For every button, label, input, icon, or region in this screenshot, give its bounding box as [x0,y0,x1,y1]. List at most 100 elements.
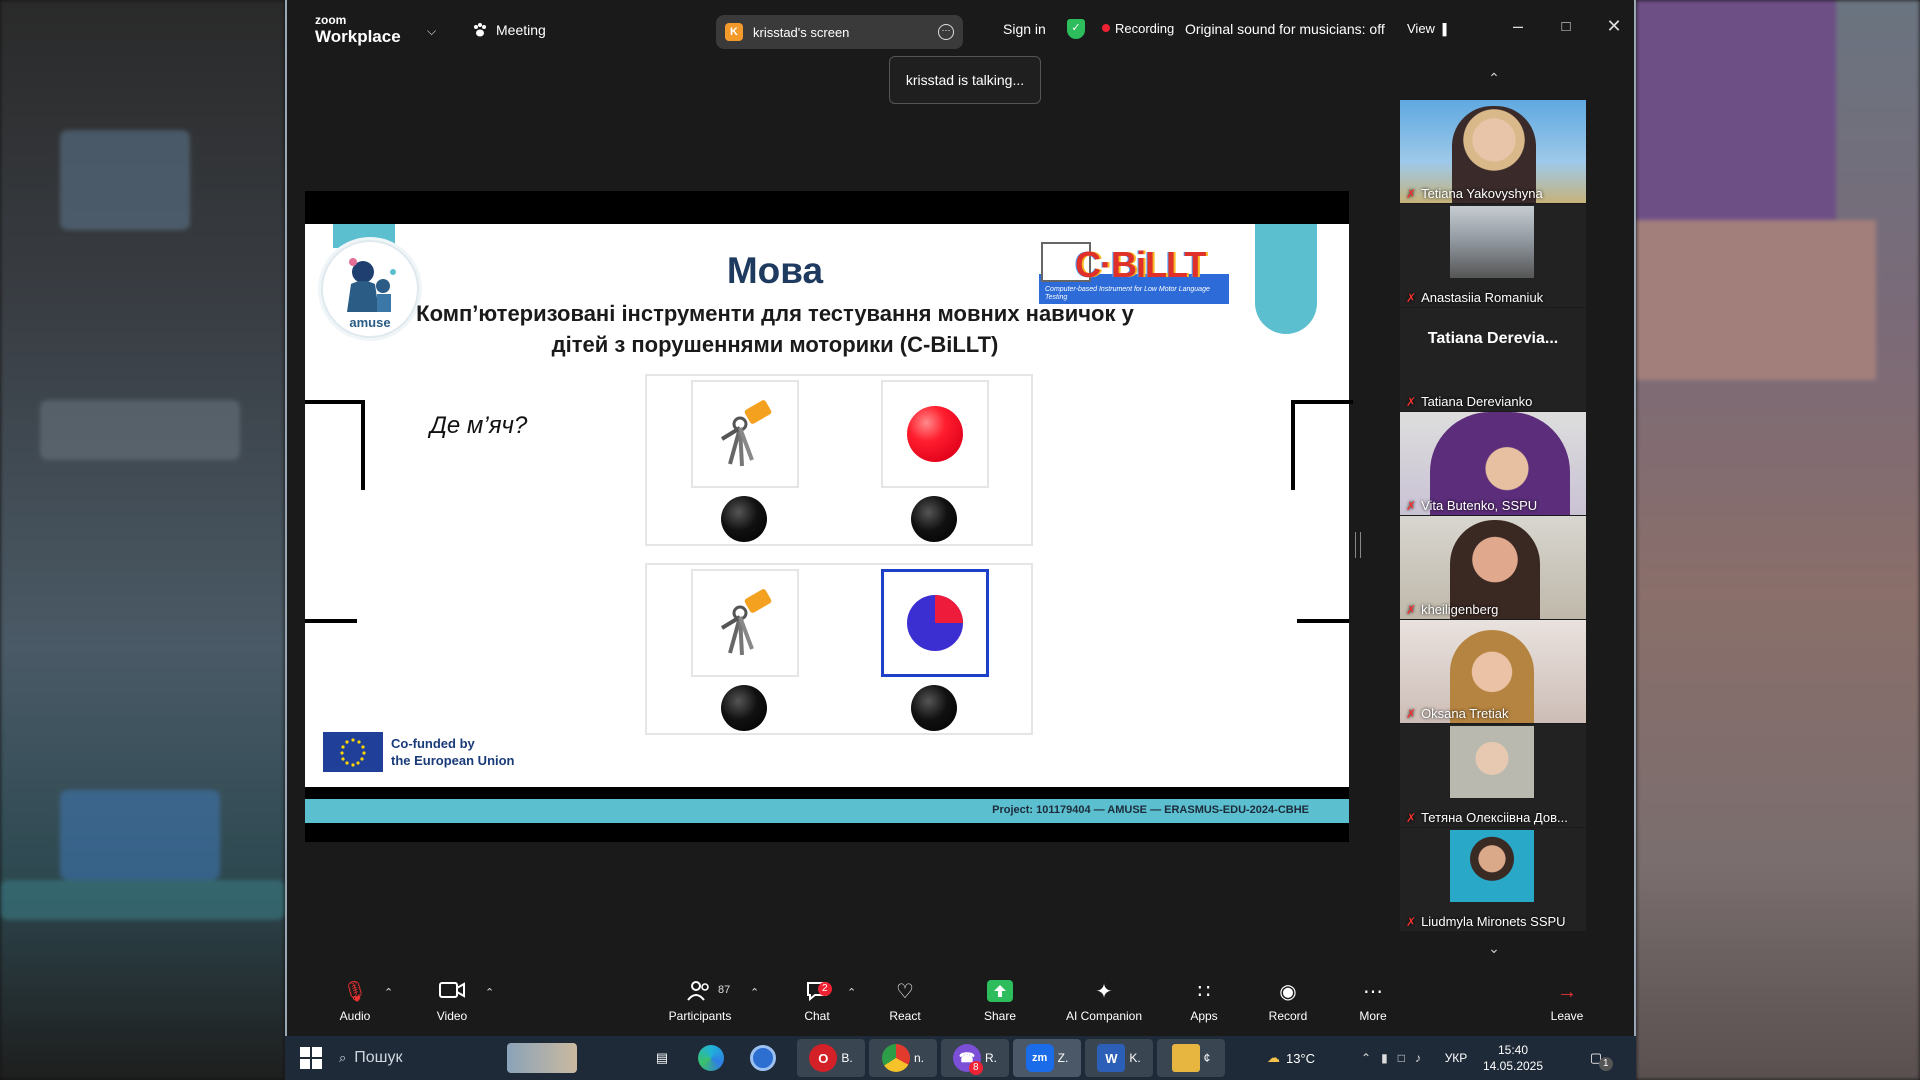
taskbar-app-word[interactable]: W K. [1085,1039,1153,1077]
participant-tile[interactable]: ✗ Anastasiia Romaniuk [1400,204,1586,307]
switch-button-right[interactable] [911,496,957,542]
taskbar-app-opera[interactable]: O B. [797,1039,865,1077]
eu-cofunded-badge: Co-funded by the European Union [323,732,515,772]
switch-button-left[interactable] [721,496,767,542]
participants-options-caret-icon[interactable]: ⌃ [750,986,759,999]
taskbar-app-explorer[interactable]: ¢ [1157,1039,1225,1077]
bracket-top-right [1291,400,1353,490]
sign-in-button[interactable]: Sign in [1003,21,1046,37]
participant-placeholder-name: Tatiana Derevia... [1427,330,1559,347]
participant-tile[interactable]: Tatiana Derevia... ✗ Tatiana Derevianko [1400,308,1586,411]
switch-button-right[interactable] [911,685,957,731]
windows-start-icon[interactable] [293,1041,329,1075]
weather-widget[interactable]: ☁ 13°C [1251,1041,1331,1075]
mic-tray-icon: ▮ [1381,1051,1388,1065]
apps-button[interactable]: ∷ Apps [1161,980,1247,1023]
chat-label: Chat [804,1009,830,1023]
keys-card[interactable] [691,380,799,488]
muted-mic-icon: ✗ [1406,811,1417,825]
switch-button-left[interactable] [721,685,767,731]
participant-tile[interactable]: ✗ Liudmyla Mironets SSPU [1400,828,1586,931]
record-button[interactable]: ◉ Record [1245,980,1331,1023]
taskbar-app-label: Z. [1057,1051,1069,1065]
system-tray[interactable]: ⌃ ▮ □ ♪ [1341,1041,1441,1075]
choice-panel-top [645,374,1033,546]
taskbar-search-box[interactable]: ⌕ Пошук [333,1041,577,1075]
participant-tile[interactable]: ✗ Oksana Tretiak [1400,620,1586,723]
red-ball-card[interactable] [881,380,989,488]
presentation-slide: amuse Мова Комп’ютеризовані інструменти … [305,224,1353,823]
react-button[interactable]: ♡ React [862,980,948,1023]
recording-indicator[interactable]: Recording [1102,21,1174,36]
desktop-background-left [0,0,285,1080]
minimize-icon[interactable]: – [1506,16,1530,37]
participant-tile[interactable]: ✗ Vita Butenko, SSPU [1400,412,1586,515]
heart-icon: ♡ [896,981,914,1003]
clock-time: 15:40 [1497,1043,1529,1057]
muted-mic-icon: ✗ [1406,187,1417,201]
chat-options-caret-icon[interactable]: ⌃ [847,986,856,999]
bracket-bottom-right [1297,619,1349,623]
zoom-icon: zm [1025,1044,1054,1072]
cbillt-logo-text: C·BiLLT [1075,244,1206,285]
participant-tile[interactable]: ✗ Tetiana Yakovyshyna [1400,100,1586,203]
leave-door-icon: → [1557,981,1577,1003]
gallery-up-arrow-icon[interactable]: ⌃ [1480,70,1508,87]
more-button[interactable]: ⋯ More [1330,980,1416,1023]
shared-screen-pill[interactable]: K krisstad's screen ··· [716,15,963,49]
share-button[interactable]: Share [957,980,1043,1023]
audio-options-caret-icon[interactable]: ⌃ [384,986,393,999]
volume-icon: ♪ [1414,1051,1421,1065]
view-menu[interactable]: View ▐ [1407,21,1446,36]
taskbar-app-label: n. [913,1051,924,1065]
maximize-icon[interactable]: □ [1554,18,1578,35]
chrome-profile-icon[interactable] [745,1041,781,1075]
share-label: Share [983,1009,1017,1023]
apps-label: Apps [1190,1009,1218,1023]
zoom-window: zoom Workplace ⌵ Meeting K krisstad's sc… [285,0,1636,1036]
participant-tile[interactable]: ✗ Тетяна Олексіівна Дов... [1400,724,1586,827]
leave-button[interactable]: → Leave [1532,980,1602,1023]
recording-dot-icon [1102,24,1110,32]
video-options-caret-icon[interactable]: ⌃ [485,986,494,999]
logo-top: zoom [315,13,347,27]
participant-name: Anastasiia Romaniuk [1421,290,1544,305]
weather-cloud-icon: ☁ [1266,1050,1280,1065]
slide-subtitle: Комп’ютеризовані інструменти для тестува… [415,298,1135,360]
project-footer-text: Project: 101179404 — AMUSE — ERASMUS-EDU… [992,804,1309,816]
share-arrow-icon [957,980,1043,1004]
ai-companion-label: AI Companion [1065,1009,1143,1023]
taskbar-app-chrome[interactable]: n. [869,1039,937,1077]
close-icon[interactable]: ✕ [1602,16,1626,37]
selected-timer-card[interactable] [881,569,989,677]
original-sound-status[interactable]: Original sound for musicians: off [1185,21,1385,37]
bracket-top-left [305,400,365,490]
resize-handle[interactable] [1355,532,1361,558]
language-indicator[interactable]: УКР [1441,1041,1471,1075]
participants-label: Participants [668,1009,732,1023]
notification-icon[interactable]: ▢ 1 [1581,1041,1613,1075]
taskbar-app-zoom[interactable]: zm Z. [1013,1039,1081,1077]
muted-mic-icon: ✗ [1406,395,1417,409]
keys-card[interactable] [691,569,799,677]
edge-browser-icon[interactable] [693,1041,729,1075]
red-ball-icon [907,406,963,462]
task-view-icon[interactable]: ▤ [645,1041,679,1075]
security-shield-icon[interactable]: ✓ [1067,19,1085,39]
viber-badge: 8 [969,1061,983,1075]
amuse-label: amuse [349,315,391,330]
more-options-icon[interactable]: ··· [938,24,954,40]
video-button[interactable]: Video [409,980,495,1023]
meeting-menu[interactable]: Meeting [472,22,546,38]
participants-count: 87 [718,984,731,996]
participant-name: Tetiana Yakovyshyna [1421,186,1543,201]
ai-companion-button[interactable]: ✦ AI Companion [1053,980,1155,1023]
taskbar-app-viber[interactable]: ☎ R. 8 [941,1039,1009,1077]
chevron-down-icon[interactable]: ⌵ [427,24,436,39]
slide-footer-bar: Project: 101179404 — AMUSE — ERASMUS-EDU… [305,799,1349,823]
video-camera-icon [409,980,495,1004]
gallery-down-arrow-icon[interactable]: ⌄ [1480,940,1508,957]
participant-tile[interactable]: ✗ kheiligenberg [1400,516,1586,619]
tray-expand-icon[interactable]: ⌃ [1361,1051,1371,1065]
clock[interactable]: 15:40 14.05.2025 [1475,1041,1551,1075]
